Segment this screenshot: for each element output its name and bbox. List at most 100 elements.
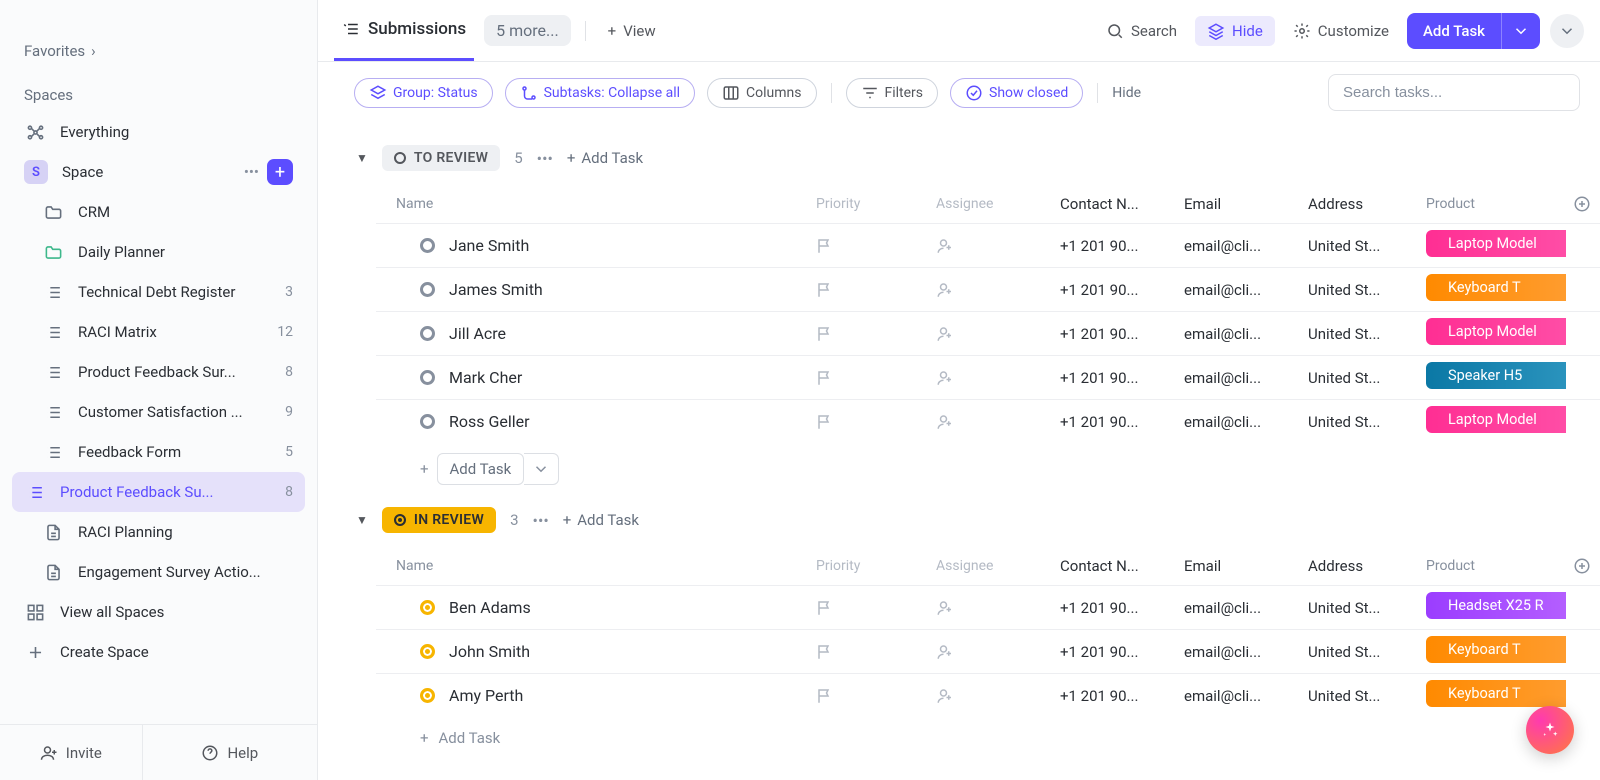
favorites-header[interactable]: Favorites ›	[0, 42, 317, 68]
col-assignee[interactable]: Assignee	[936, 558, 1060, 574]
assignee-cell[interactable]	[936, 687, 1060, 705]
sidebar-item-raci-matrix[interactable]: RACI Matrix12	[0, 312, 317, 352]
row-status-icon[interactable]	[420, 282, 435, 297]
col-name[interactable]: Name	[376, 196, 816, 212]
priority-cell[interactable]	[816, 413, 936, 431]
sidebar-item-space-root[interactable]: S Space ••• +	[0, 152, 317, 192]
help-button[interactable]: Help	[143, 725, 317, 780]
row-status-icon[interactable]	[420, 600, 435, 615]
search-button[interactable]: Search	[1098, 16, 1185, 46]
add-view-button[interactable]: + View	[600, 16, 664, 46]
row-status-icon[interactable]	[420, 644, 435, 659]
add-task-dropdown[interactable]	[1501, 13, 1540, 49]
add-column-button[interactable]	[1566, 557, 1598, 575]
assignee-cell[interactable]	[936, 599, 1060, 617]
table-row[interactable]: Mark Cher+1 201 90...email@cli...United …	[376, 355, 1600, 399]
assignee-cell[interactable]	[936, 237, 1060, 255]
sidebar-item-feedback-form[interactable]: Feedback Form5	[0, 432, 317, 472]
table-row[interactable]: Jill Acre+1 201 90...email@cli...United …	[376, 311, 1600, 355]
sidebar-item-raci-planning[interactable]: RACI Planning	[0, 512, 317, 552]
col-contact[interactable]: Contact N...	[1060, 557, 1184, 575]
row-status-icon[interactable]	[420, 238, 435, 253]
group-add-task[interactable]: +Add Task	[567, 149, 643, 167]
ai-fab-button[interactable]	[1526, 706, 1574, 754]
product-tag: Laptop Model	[1426, 406, 1566, 433]
overflow-button[interactable]	[1550, 14, 1584, 48]
row-status-icon[interactable]	[420, 688, 435, 703]
col-email[interactable]: Email	[1184, 195, 1308, 213]
add-task-button[interactable]: Add Task	[1407, 13, 1540, 49]
show-closed-chip[interactable]: Show closed	[950, 78, 1083, 108]
assignee-cell[interactable]	[936, 643, 1060, 661]
hide-button[interactable]: Hide	[1195, 16, 1275, 46]
subtasks-chip[interactable]: Subtasks: Collapse all	[505, 78, 695, 108]
assignee-cell[interactable]	[936, 369, 1060, 387]
table-row[interactable]: Amy Perth+1 201 90...email@cli...United …	[376, 673, 1600, 717]
group-more-icon[interactable]: •••	[537, 149, 553, 168]
priority-cell[interactable]	[816, 687, 936, 705]
table-row[interactable]: John Smith+1 201 90...email@cli...United…	[376, 629, 1600, 673]
group-chip[interactable]: Group: Status	[354, 78, 493, 108]
spaces-header: Spaces	[0, 86, 317, 112]
priority-cell[interactable]	[816, 599, 936, 617]
customize-button[interactable]: Customize	[1285, 16, 1397, 46]
sidebar-item-create-space[interactable]: Create Space	[0, 632, 317, 672]
tab-submissions[interactable]: Submissions	[334, 1, 474, 61]
columns-chip[interactable]: Columns	[707, 78, 816, 108]
priority-cell[interactable]	[816, 281, 936, 299]
col-address[interactable]: Address	[1308, 195, 1426, 213]
col-address[interactable]: Address	[1308, 557, 1426, 575]
sidebar-item-everything[interactable]: Everything	[0, 112, 317, 152]
table-row[interactable]: James Smith+1 201 90...email@cli...Unite…	[376, 267, 1600, 311]
row-status-icon[interactable]	[420, 370, 435, 385]
collapse-icon[interactable]: ▼	[356, 151, 368, 165]
plus-icon[interactable]: +	[420, 460, 429, 478]
table-row[interactable]: Ross Geller+1 201 90...email@cli...Unite…	[376, 399, 1600, 443]
row-status-icon[interactable]	[420, 414, 435, 429]
table-row[interactable]: Jane Smith+1 201 90...email@cli...United…	[376, 223, 1600, 267]
priority-cell[interactable]	[816, 369, 936, 387]
priority-cell[interactable]	[816, 325, 936, 343]
more-views-pill[interactable]: 5 more...	[484, 15, 571, 46]
assignee-cell[interactable]	[936, 325, 1060, 343]
col-product[interactable]: Product	[1426, 196, 1566, 212]
sidebar-item-daily-planner[interactable]: Daily Planner	[0, 232, 317, 272]
col-assignee[interactable]: Assignee	[936, 196, 1060, 212]
sidebar-item-customer-satisfaction-survey[interactable]: Customer Satisfaction ...9	[0, 392, 317, 432]
row-status-icon[interactable]	[420, 326, 435, 341]
add-task-inline-dropdown[interactable]	[524, 453, 559, 485]
collapse-icon[interactable]: ▼	[356, 513, 368, 527]
col-contact[interactable]: Contact N...	[1060, 195, 1184, 213]
priority-cell[interactable]	[816, 643, 936, 661]
sidebar-item-crm[interactable]: CRM	[0, 192, 317, 232]
add-task-inline-button[interactable]: Add Task	[437, 453, 525, 485]
col-email[interactable]: Email	[1184, 557, 1308, 575]
product-cell: Laptop Model	[1426, 318, 1566, 349]
invite-button[interactable]: Invite	[0, 725, 143, 780]
group-header: ▼IN REVIEW3•••+Add Task	[338, 503, 1600, 537]
search-tasks-input[interactable]	[1328, 74, 1580, 111]
table-row[interactable]: Ben Adams+1 201 90...email@cli...United …	[376, 585, 1600, 629]
sidebar-item-technical-debt-register[interactable]: Technical Debt Register3	[0, 272, 317, 312]
sidebar-item-engagement-survey-action-plan[interactable]: Engagement Survey Actio...	[0, 552, 317, 592]
group-more-icon[interactable]: •••	[533, 511, 549, 530]
sidebar-item-view-all-spaces[interactable]: View all Spaces	[0, 592, 317, 632]
col-name[interactable]: Name	[376, 558, 816, 574]
add-task-row[interactable]: +Add Task	[376, 717, 1600, 747]
col-priority[interactable]: Priority	[816, 558, 936, 574]
group-add-task[interactable]: +Add Task	[563, 511, 639, 529]
add-to-space-button[interactable]: +	[267, 159, 293, 185]
col-product[interactable]: Product	[1426, 558, 1566, 574]
sidebar-item-product-feedback-survey-responses[interactable]: Product Feedback Sur...8	[0, 352, 317, 392]
status-pill[interactable]: IN REVIEW	[382, 507, 496, 533]
assignee-cell[interactable]	[936, 413, 1060, 431]
add-column-button[interactable]	[1566, 195, 1598, 213]
status-pill[interactable]: TO REVIEW	[382, 145, 500, 171]
more-icon[interactable]: •••	[244, 163, 259, 181]
hide-filterbar-text[interactable]: Hide	[1112, 85, 1141, 101]
col-priority[interactable]: Priority	[816, 196, 936, 212]
priority-cell[interactable]	[816, 237, 936, 255]
sidebar-item-product-feedback-survey[interactable]: Product Feedback Su...8	[12, 472, 305, 512]
assignee-cell[interactable]	[936, 281, 1060, 299]
filters-chip[interactable]: Filters	[846, 78, 939, 108]
